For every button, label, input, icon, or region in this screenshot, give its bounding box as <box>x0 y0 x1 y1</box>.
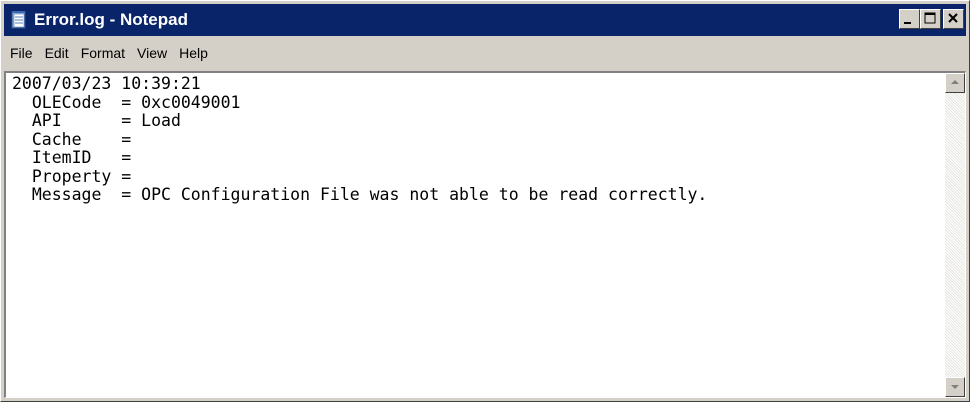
log-line-timestamp: 2007/03/23 10:39:21 <box>12 75 201 93</box>
scroll-down-button[interactable] <box>945 377 965 397</box>
title-bar[interactable]: Error.log - Notepad <box>4 4 966 36</box>
menu-edit[interactable]: Edit <box>39 42 75 64</box>
text-editor-area[interactable]: 2007/03/23 10:39:21 OLECode = 0xc0049001… <box>4 71 966 398</box>
minimize-button[interactable] <box>899 9 920 29</box>
scroll-up-button[interactable] <box>945 73 965 93</box>
maximize-icon <box>924 12 936 24</box>
close-icon <box>948 13 958 23</box>
scroll-down-arrow-icon <box>951 385 959 389</box>
menu-help[interactable]: Help <box>173 42 214 64</box>
log-line-message: Message = OPC Configuration File was not… <box>12 185 708 204</box>
notepad-icon[interactable] <box>10 11 28 29</box>
notepad-window: Error.log - Notepad File Edit Format Vie… <box>0 0 970 402</box>
caption-buttons <box>899 9 964 29</box>
log-line-cache: Cache = <box>12 129 132 149</box>
menu-view[interactable]: View <box>131 42 173 64</box>
menu-bar: File Edit Format View Help <box>4 38 966 68</box>
menu-file[interactable]: File <box>4 42 39 64</box>
log-line-olecode: OLECode = 0xc0049001 <box>12 92 241 112</box>
minimize-icon <box>904 22 911 24</box>
close-button[interactable] <box>943 9 964 29</box>
maximize-button[interactable] <box>920 9 941 29</box>
window-title: Error.log - Notepad <box>34 10 188 29</box>
vertical-scrollbar[interactable] <box>945 73 965 397</box>
document-text[interactable]: 2007/03/23 10:39:21 OLECode = 0xc0049001… <box>12 75 943 397</box>
menu-format[interactable]: Format <box>75 42 131 64</box>
log-line-property: Property = <box>12 166 132 186</box>
log-line-itemid: ItemID = <box>12 148 132 167</box>
scroll-up-arrow-icon <box>951 80 959 84</box>
log-line-api: API = Load <box>12 111 181 130</box>
